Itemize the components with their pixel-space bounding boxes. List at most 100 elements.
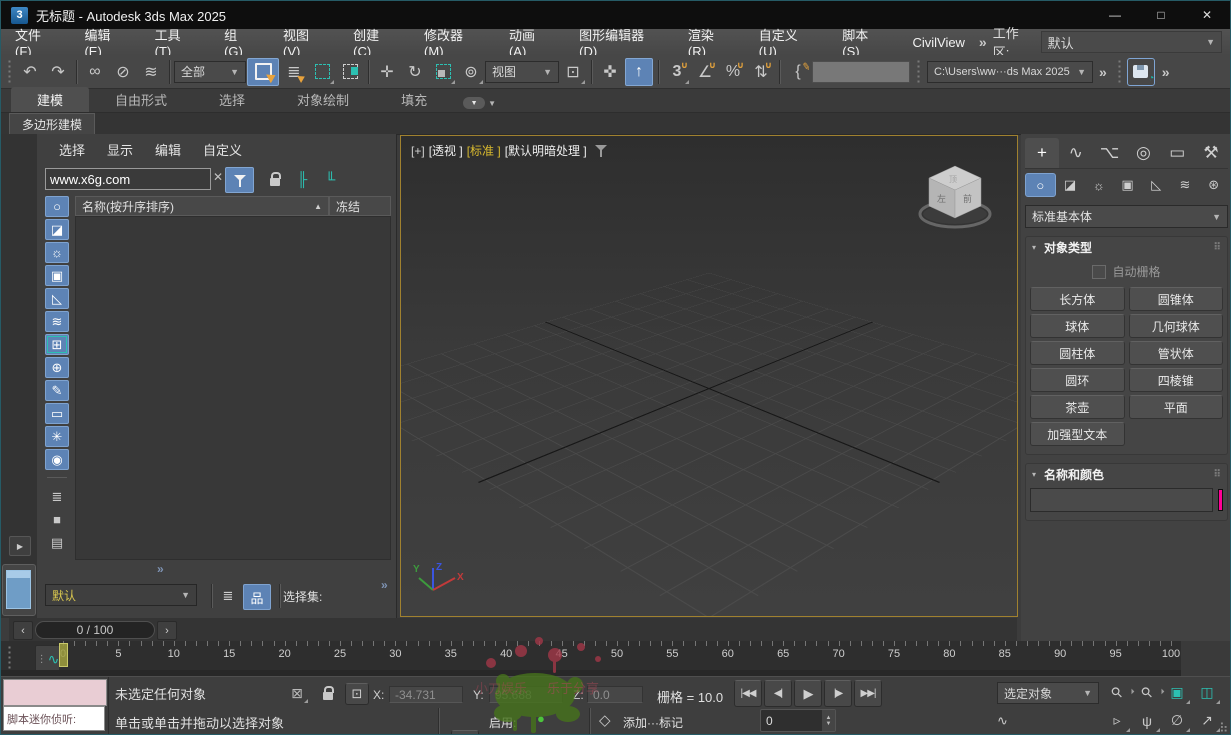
select-and-scale-button[interactable]	[430, 59, 456, 85]
lock-explorer-toggle[interactable]	[261, 167, 288, 191]
layer-dropdown[interactable]: 默认 ▼	[45, 584, 197, 606]
scene-object-list[interactable]	[75, 216, 391, 560]
primitive-button[interactable]: 圆环	[1030, 368, 1125, 392]
command-panel-tab[interactable]: ⌥	[1093, 138, 1127, 168]
command-panel-tab[interactable]: ∿	[1059, 138, 1093, 168]
display-filter-toggle[interactable]: ◺	[45, 288, 69, 309]
per-view-filter-icon[interactable]	[594, 144, 607, 157]
select-and-place-button[interactable]: ⊚	[458, 59, 484, 85]
primitive-button[interactable]: 四棱锥	[1128, 368, 1223, 392]
toolbar-drag-handle[interactable]	[7, 58, 12, 85]
object-name-input[interactable]	[1030, 488, 1213, 512]
rectangular-selection-region-button[interactable]	[309, 59, 335, 85]
display-filter-toggle[interactable]: ≋	[45, 311, 69, 332]
snaps-toggle[interactable]: 3 ∪	[664, 59, 690, 85]
time-slider-value[interactable]: 0 / 100	[35, 621, 155, 639]
selected-objects-dropdown[interactable]: 选定对象 ▼	[997, 682, 1099, 704]
create-category-button[interactable]: ≋	[1171, 173, 1200, 197]
absolute-offset-mode-toggle[interactable]: ⊡	[345, 683, 369, 705]
transport-button[interactable]: ▶	[794, 680, 822, 707]
ribbon-tab[interactable]: 选择	[193, 87, 271, 112]
frame-spinner[interactable]: ▲ ▼	[822, 710, 835, 731]
command-panel-tab[interactable]: ▭	[1160, 138, 1194, 168]
unlink-selection-button[interactable]: ⊘	[110, 59, 136, 85]
viewport-nav-button[interactable]: ↗	[1193, 708, 1221, 733]
use-pivot-center-button[interactable]: ⊡	[560, 59, 586, 85]
primitive-button[interactable]: 加强型文本	[1030, 422, 1125, 446]
primitive-button[interactable]: 几何球体	[1128, 314, 1223, 338]
create-category-button[interactable]: ⊛	[1199, 173, 1228, 197]
create-category-button[interactable]: ▣	[1113, 173, 1142, 197]
minimize-button[interactable]: —	[1092, 1, 1138, 29]
display-filter-toggle[interactable]: ▤	[45, 532, 69, 553]
viewport-pov-label[interactable]: [透视 ]	[429, 142, 463, 159]
selection-lock-toggle[interactable]	[317, 682, 339, 704]
primitive-button[interactable]: 球体	[1030, 314, 1125, 338]
object-color-swatch[interactable]	[1218, 489, 1223, 511]
ribbon-overflow-dropdown[interactable]: ▼ ▼	[463, 97, 496, 109]
add-time-tag-button[interactable]: 添加···标记	[623, 714, 683, 731]
viewport-standard-label[interactable]: [标准 ]	[467, 142, 501, 159]
expand-all-button[interactable]: ╟	[289, 167, 316, 191]
name-color-rollout-header[interactable]: ▾ 名称和颜色 ⠿	[1026, 464, 1227, 484]
display-filter-toggle[interactable]: ☼	[45, 242, 69, 263]
display-filter-toggle[interactable]: ⊕	[45, 357, 69, 378]
hierarchy-view-button[interactable]: 品	[243, 584, 271, 610]
menu-item[interactable]: 创建(C)	[339, 25, 410, 59]
create-category-button[interactable]: ◺	[1142, 173, 1171, 197]
spinner-snap-toggle[interactable]: ⇅ ∪	[748, 59, 774, 85]
viewport-nav-button[interactable]: ◫	[1193, 680, 1221, 705]
select-by-name-button[interactable]: ≣	[281, 59, 307, 85]
project-folder-dropdown[interactable]: C:\Users\ww···ds Max 2025 ▼	[927, 60, 1093, 83]
y-coordinate-field[interactable]: 95.688	[489, 686, 563, 703]
explorer-menu-item[interactable]: 选择	[59, 140, 85, 159]
expand-panel-button[interactable]: ▶	[9, 536, 31, 556]
toolbar-overflow-chevron-2[interactable]: »	[1162, 64, 1170, 80]
display-filter-toggle[interactable]: ■	[45, 509, 69, 530]
menu-item[interactable]: 修改器(M)	[410, 25, 495, 59]
named-selection-sets-input[interactable]	[812, 60, 910, 83]
primitive-button[interactable]: 圆锥体	[1128, 287, 1223, 311]
transport-button[interactable]: ▶▶|	[854, 680, 882, 707]
maxscript-listener-output[interactable]	[3, 679, 107, 706]
menu-item[interactable]: CivilView	[898, 35, 979, 50]
maxscript-listener-input[interactable]: 脚本迷你侦听:	[3, 706, 105, 731]
create-category-button[interactable]: ☼	[1084, 173, 1113, 197]
viewport-nav-button[interactable]: ∅	[1163, 708, 1191, 733]
explorer-overflow-chevron-2[interactable]: »	[381, 578, 388, 592]
menu-item[interactable]: 文件(F)	[1, 25, 70, 59]
viewport-nav-button[interactable]: ▹	[1103, 708, 1131, 733]
transport-button[interactable]: ◀|	[764, 680, 792, 707]
selection-filter-dropdown[interactable]: 全部 ▼	[174, 60, 246, 83]
primitive-button[interactable]: 茶壶	[1030, 395, 1125, 419]
display-filter-toggle[interactable]: ◪	[45, 219, 69, 240]
viewcube[interactable]: 顶 左 前	[909, 148, 1001, 236]
redo-button[interactable]: ↷	[45, 59, 71, 85]
close-button[interactable]: ✕	[1184, 1, 1230, 29]
primitive-type-dropdown[interactable]: 标准基本体 ▼	[1025, 205, 1228, 228]
menu-item[interactable]: 编辑(E)	[70, 25, 140, 59]
current-frame-field[interactable]: 0 ▲ ▼	[760, 709, 836, 732]
toolbar-overflow-chevron[interactable]: »	[1099, 64, 1107, 80]
menu-item[interactable]: 脚本(S)	[828, 25, 898, 59]
key-tangent-icon[interactable]: ∿	[997, 713, 1008, 729]
trackbar-ruler[interactable]: 0510152025303540455055606570758085909510…	[59, 641, 1181, 670]
collapse-all-button[interactable]: ╙	[317, 167, 344, 191]
menu-item[interactable]: 动画(A)	[495, 25, 565, 59]
angle-snap-toggle[interactable]: ∠ ∪	[692, 59, 718, 85]
polygon-modeling-panel-tab[interactable]: 多边形建模	[9, 113, 96, 134]
explorer-menu-item[interactable]: 自定义	[203, 140, 242, 159]
clear-search-icon[interactable]: ✕	[213, 170, 223, 184]
viewport-nav-button[interactable]: ⚲	[1128, 674, 1165, 711]
reference-coordinate-dropdown[interactable]: 视图 ▼	[485, 60, 559, 83]
time-slider-handle[interactable]	[59, 643, 68, 667]
window-resize-grip[interactable]: ⣦	[1219, 717, 1229, 733]
explorer-menu-item[interactable]: 显示	[107, 140, 133, 159]
viewport-nav-button[interactable]: ▣	[1163, 680, 1191, 705]
select-and-move-button[interactable]: ✛	[374, 59, 400, 85]
search-input[interactable]	[45, 168, 211, 190]
display-filter-toggle[interactable]: ✳	[45, 426, 69, 447]
primitive-button[interactable]: 圆柱体	[1030, 341, 1125, 365]
perspective-viewport[interactable]: [+] [透视 ] [标准 ] [默认明暗处理 ] 顶 左 前 Z Y X	[400, 135, 1018, 617]
menu-item[interactable]: 图形编辑器(D)	[565, 25, 674, 59]
